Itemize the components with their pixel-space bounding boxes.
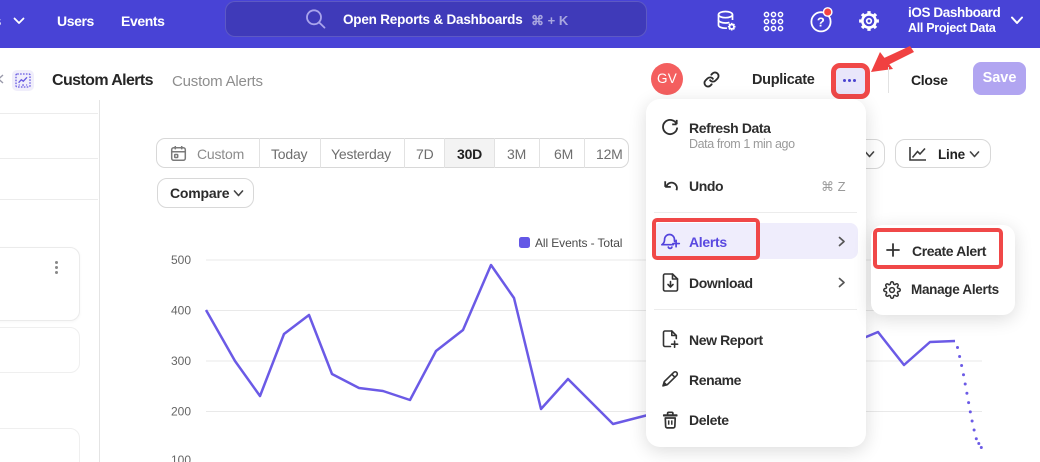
svg-text:200: 200 (171, 405, 191, 419)
svg-text:500: 500 (171, 253, 191, 267)
svg-text:100: 100 (171, 453, 191, 462)
svg-text:300: 300 (171, 354, 191, 368)
svg-text:400: 400 (171, 304, 191, 318)
